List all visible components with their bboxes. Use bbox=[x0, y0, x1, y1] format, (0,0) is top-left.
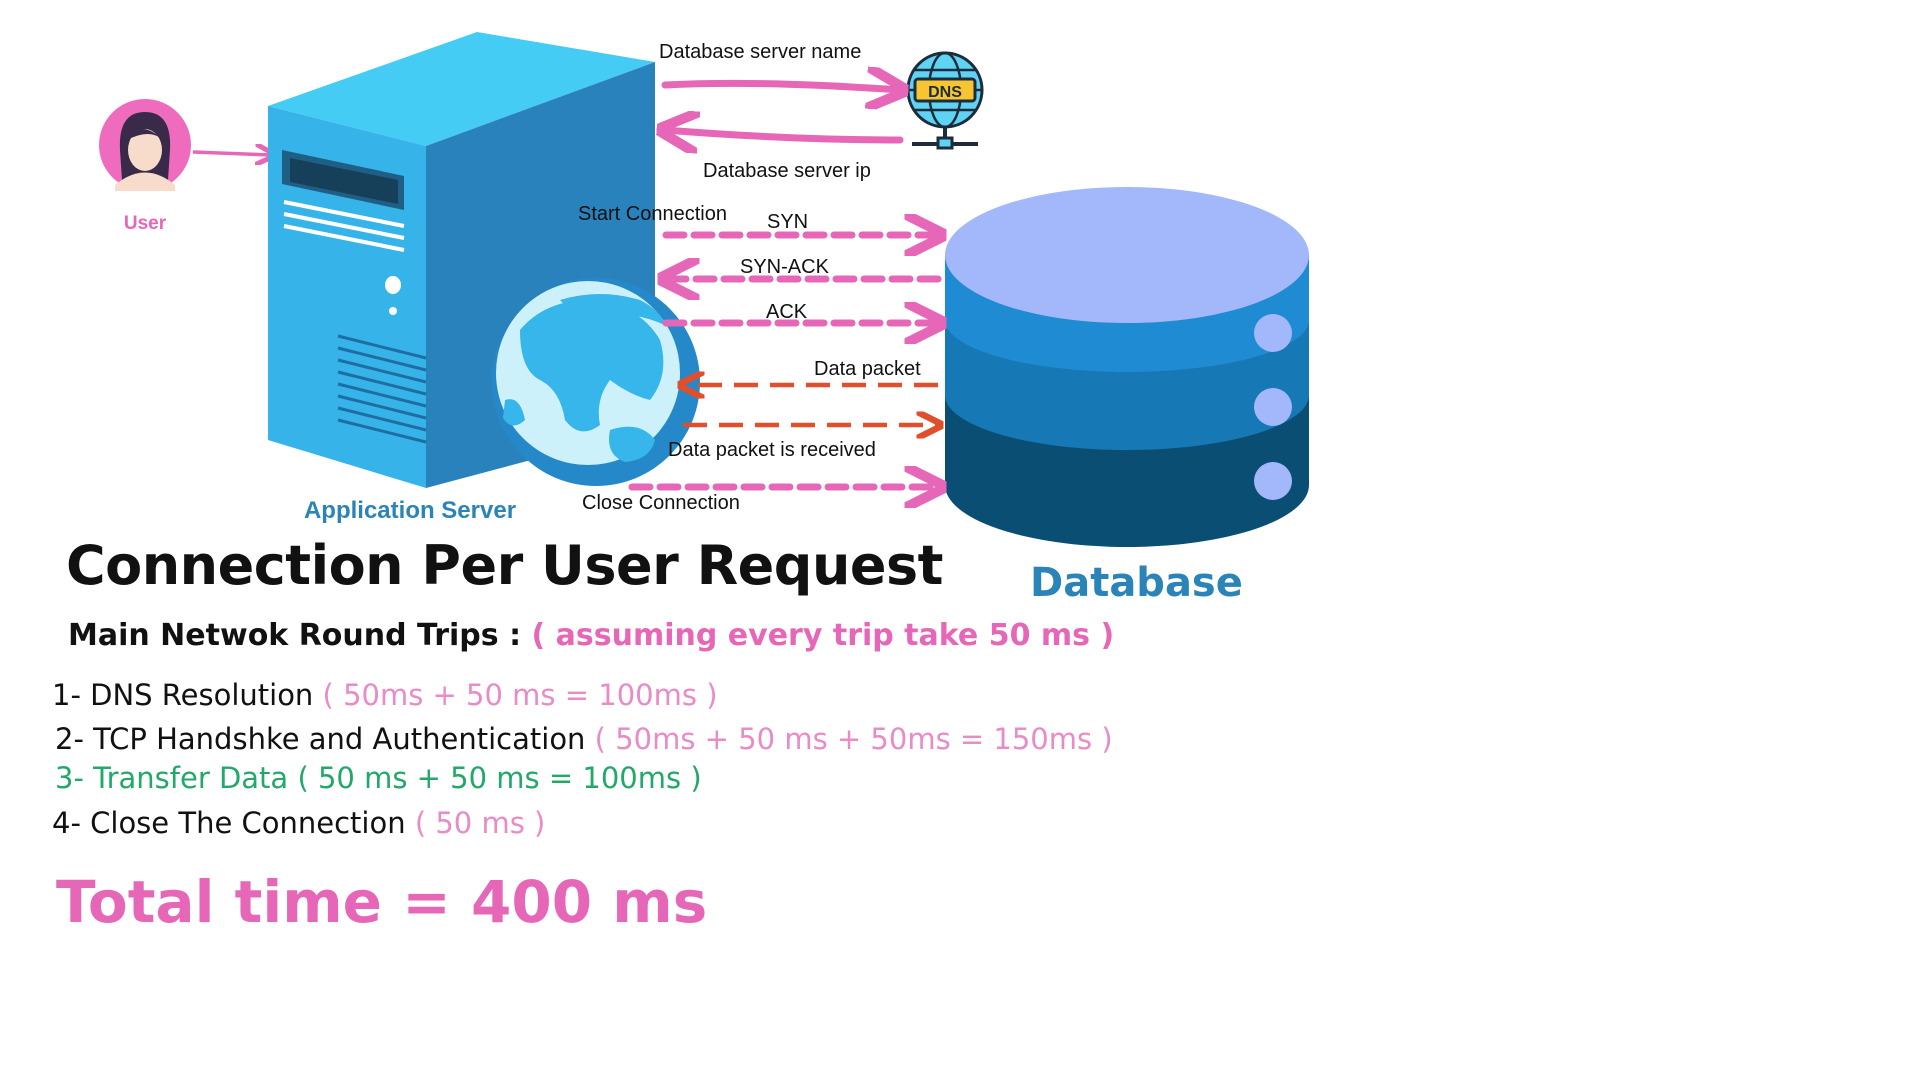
user-label: User bbox=[124, 213, 167, 234]
round-trip-detail: ( 50ms + 50 ms + 50ms = 150ms ) bbox=[594, 722, 1113, 756]
total-time: Total time = 400 ms bbox=[56, 868, 708, 936]
flow-label-syn-ack: SYN-ACK bbox=[740, 256, 830, 278]
dns-response-arrow bbox=[665, 130, 904, 140]
flow-label-syn: SYN bbox=[767, 211, 808, 233]
round-trip-item: 1- DNS Resolution ( 50ms + 50 ms = 100ms… bbox=[52, 678, 718, 712]
round-trips-heading: Main Netwok Round Trips : ( assuming eve… bbox=[68, 618, 1114, 653]
round-trip-label: 2- TCP Handshke and Authentication bbox=[55, 722, 586, 756]
round-trip-item: 4- Close The Connection ( 50 ms ) bbox=[52, 806, 545, 840]
flow-label-data-packet: Data packet bbox=[814, 358, 921, 380]
app-server-label: Application Server bbox=[304, 497, 516, 524]
round-trip-detail: ( 50 ms + 50 ms = 100ms ) bbox=[297, 761, 702, 795]
flow-label-ack: ACK bbox=[766, 301, 808, 323]
round-trips-label: Main Netwok Round Trips : bbox=[68, 618, 522, 653]
round-trip-label: 4- Close The Connection bbox=[52, 806, 406, 840]
round-trip-detail: ( 50 ms ) bbox=[414, 806, 546, 840]
round-trip-detail: ( 50ms + 50 ms = 100ms ) bbox=[322, 678, 718, 712]
flow-label-close-connection: Close Connection bbox=[582, 492, 740, 514]
dns-badge: DNS bbox=[928, 84, 962, 101]
flow-label-dns-request: Database server name bbox=[659, 41, 861, 63]
round-trip-label: 1- DNS Resolution bbox=[52, 678, 314, 712]
round-trip-label: 3- Transfer Data bbox=[55, 761, 289, 795]
page-title: Connection Per User Request bbox=[66, 534, 943, 597]
round-trip-item: 2- TCP Handshke and Authentication ( 50m… bbox=[55, 722, 1113, 756]
round-trips-assumption: ( assuming every trip take 50 ms ) bbox=[531, 618, 1115, 653]
round-trip-item: 3- Transfer Data ( 50 ms + 50 ms = 100ms… bbox=[55, 761, 702, 795]
flow-label-data-received: Data packet is received bbox=[668, 439, 876, 461]
database-label: Database bbox=[1030, 560, 1243, 606]
flow-label-start-connection: Start Connection bbox=[578, 203, 727, 225]
database-icon bbox=[945, 187, 1309, 547]
flow-label-dns-response: Database server ip bbox=[703, 160, 871, 182]
user-avatar-icon bbox=[99, 99, 191, 191]
user-to-server-arrow bbox=[192, 152, 272, 155]
dns-request-arrow bbox=[661, 83, 900, 90]
